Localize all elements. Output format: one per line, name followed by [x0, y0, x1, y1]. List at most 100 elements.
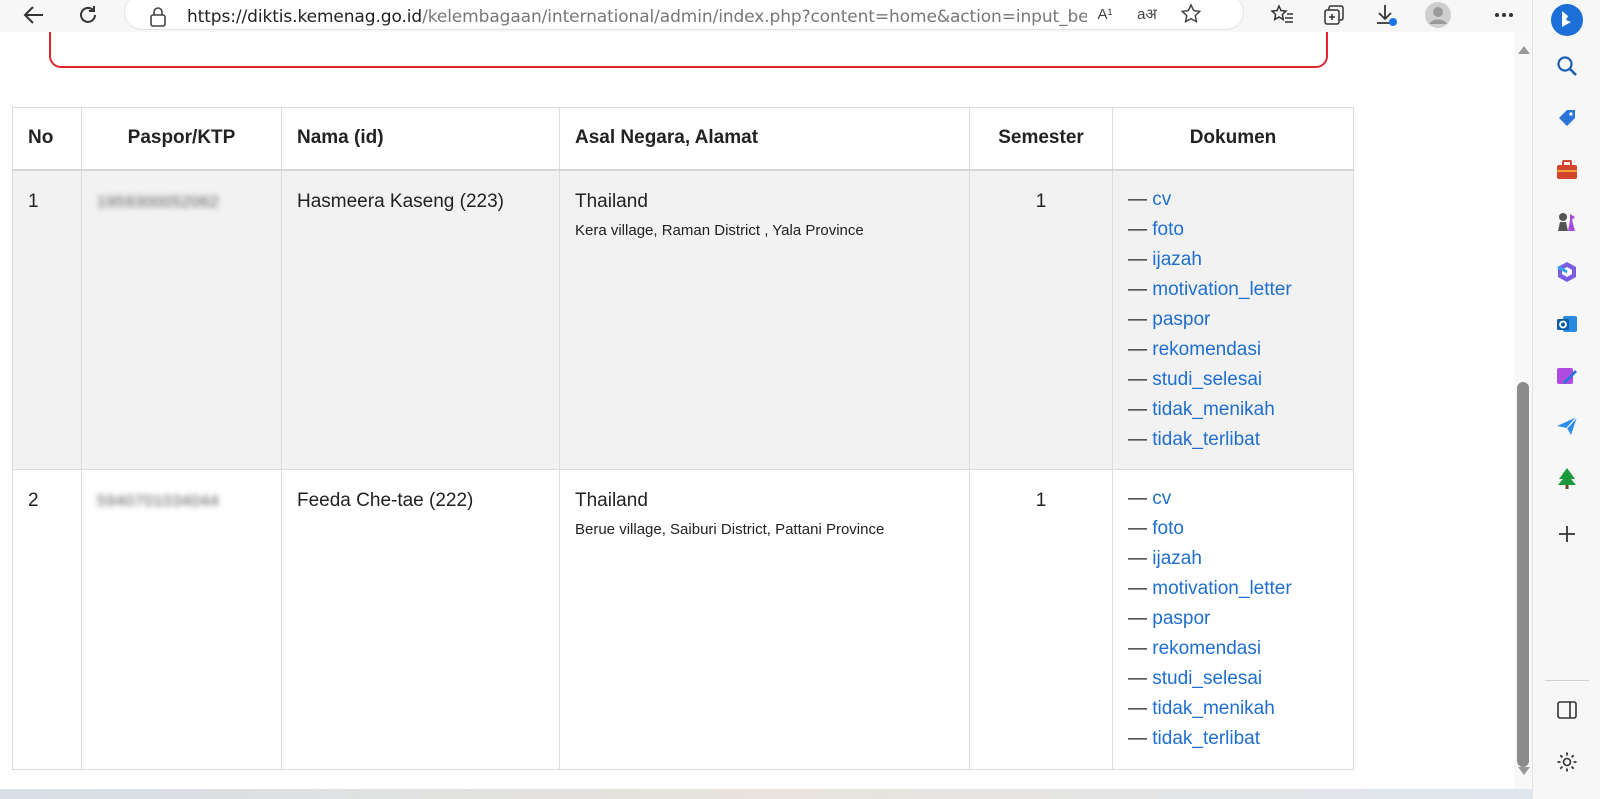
country-text: Thailand	[575, 490, 648, 511]
page-viewport: No Paspor/KTP Nama (id) Asal Negara, Ala…	[0, 32, 1514, 789]
scroll-thumb[interactable]	[1517, 382, 1529, 767]
document-item: — cv	[1128, 484, 1338, 514]
doc-dash: —	[1128, 548, 1147, 569]
more-menu-icon[interactable]	[1488, 0, 1520, 30]
document-item: — foto	[1128, 215, 1338, 245]
lock-icon[interactable]	[149, 7, 167, 32]
doc-dash: —	[1128, 428, 1147, 450]
doc-dash: —	[1128, 638, 1147, 659]
back-icon[interactable]	[18, 0, 50, 30]
paspor-number-blurred: 5940701034044	[97, 493, 220, 510]
taskbar-edge	[0, 789, 1532, 799]
document-item: — paspor	[1128, 604, 1338, 634]
doc-dash: —	[1128, 728, 1147, 749]
designer-icon[interactable]	[1553, 362, 1581, 390]
doc-dash: —	[1128, 218, 1147, 240]
document-link-foto[interactable]: foto	[1152, 518, 1184, 539]
table-row: 2 5940701034044 Feeda Che-tae (222) Thailan…	[12, 469, 1354, 770]
doc-dash: —	[1128, 578, 1147, 599]
cell-nama: Hasmeera Kaseng (223)	[281, 169, 560, 470]
document-item: — motivation_letter	[1128, 574, 1338, 604]
document-link-paspor[interactable]: paspor	[1152, 608, 1210, 629]
doc-dash: —	[1128, 608, 1147, 629]
document-link-tidak-menikah[interactable]: tidak_menikah	[1152, 399, 1275, 420]
refresh-icon[interactable]	[72, 0, 104, 30]
document-link-motivation-letter[interactable]: motivation_letter	[1152, 279, 1291, 300]
doc-dash: —	[1128, 248, 1147, 270]
document-link-rekomendasi[interactable]: rekomendasi	[1152, 339, 1261, 360]
document-link-ijazah[interactable]: ijazah	[1152, 249, 1202, 270]
profile-avatar-icon[interactable]	[1422, 0, 1454, 30]
shopping-tag-icon[interactable]	[1553, 104, 1581, 132]
document-link-cv[interactable]: cv	[1152, 488, 1171, 509]
outlook-icon[interactable]	[1553, 310, 1581, 338]
document-item: — tidak_terlibat	[1128, 724, 1338, 754]
favorite-add-icon[interactable]	[1177, 3, 1205, 25]
document-item: — tidak_menikah	[1128, 694, 1338, 724]
document-link-tidak-terlibat[interactable]: tidak_terlibat	[1152, 728, 1260, 749]
downloads-icon[interactable]	[1370, 0, 1402, 30]
cell-asal: Thailand Kera village, Raman District , Y…	[559, 169, 970, 470]
document-link-tidak-menikah[interactable]: tidak_menikah	[1152, 698, 1275, 719]
scroll-up-arrow-icon[interactable]	[1518, 46, 1530, 54]
doc-dash: —	[1128, 338, 1147, 360]
doc-dash: —	[1128, 488, 1147, 509]
document-item: — paspor	[1128, 305, 1338, 335]
sidebar-toggle-icon[interactable]	[1553, 696, 1581, 724]
cell-asal: Thailand Berue village, Saiburi District,…	[559, 469, 970, 770]
doc-dash: —	[1128, 698, 1147, 719]
document-item: — rekomendasi	[1128, 634, 1338, 664]
send-plane-icon[interactable]	[1553, 412, 1581, 440]
cell-semester: 1	[969, 169, 1113, 470]
document-link-foto[interactable]: foto	[1152, 219, 1184, 240]
read-aloud-icon[interactable]: A¹	[1091, 3, 1119, 25]
doc-dash: —	[1128, 278, 1147, 300]
bing-copilot-icon[interactable]	[1549, 2, 1585, 38]
url-text[interactable]: https://diktis.kemenag.go.id/kelembagaan…	[187, 7, 1087, 27]
add-icon[interactable]	[1553, 520, 1581, 548]
document-link-ijazah[interactable]: ijazah	[1152, 548, 1202, 569]
doc-dash: —	[1128, 518, 1147, 539]
games-chess-icon[interactable]	[1553, 208, 1581, 236]
document-link-rekomendasi[interactable]: rekomendasi	[1152, 638, 1261, 659]
page-scrollbar[interactable]	[1514, 32, 1532, 789]
tools-briefcase-icon[interactable]	[1553, 156, 1581, 184]
address-bar[interactable]: https://diktis.kemenag.go.id/kelembagaan…	[124, 0, 1244, 30]
doc-dash: —	[1128, 308, 1147, 330]
header-no: No	[12, 107, 82, 171]
collections-icon[interactable]	[1318, 0, 1350, 30]
header-dokumen: Dokumen	[1112, 107, 1354, 171]
header-paspor: Paspor/KTP	[81, 107, 282, 171]
browser-toolbar: https://diktis.kemenag.go.id/kelembagaan…	[0, 0, 1600, 32]
document-link-studi-selesai[interactable]: studi_selesai	[1152, 668, 1262, 689]
microsoft365-icon[interactable]	[1553, 258, 1581, 286]
document-link-cv[interactable]: cv	[1152, 189, 1171, 210]
document-item: — studi_selesai	[1128, 365, 1338, 395]
address-text: Berue village, Saiburi District, Pattani…	[575, 521, 885, 538]
header-asal: Asal Negara, Alamat	[559, 107, 970, 171]
document-item: — rekomendasi	[1128, 335, 1338, 365]
settings-gear-icon[interactable]	[1553, 748, 1581, 776]
document-item: — ijazah	[1128, 245, 1338, 275]
paspor-number-blurred: 1959300052062	[97, 193, 220, 211]
document-item: — motivation_letter	[1128, 275, 1338, 305]
favorites-icon[interactable]	[1266, 0, 1298, 30]
doc-dash: —	[1128, 368, 1147, 390]
document-list: — cv — foto — ijazah — motivation_letter — p…	[1128, 185, 1338, 455]
document-item: — ijazah	[1128, 544, 1338, 574]
cell-dokumen: — cv — foto — ijazah — motivation_letter — p…	[1112, 469, 1354, 770]
document-item: — tidak_terlibat	[1128, 425, 1338, 455]
translate-icon[interactable]: aअ	[1133, 3, 1161, 25]
search-icon[interactable]	[1553, 52, 1581, 80]
document-link-tidak-terlibat[interactable]: tidak_terlibat	[1152, 429, 1260, 450]
header-semester: Semester	[969, 107, 1113, 171]
table-header-row: No Paspor/KTP Nama (id) Asal Negara, Ala…	[12, 107, 1354, 171]
document-link-motivation-letter[interactable]: motivation_letter	[1152, 578, 1291, 599]
document-link-paspor[interactable]: paspor	[1152, 309, 1210, 330]
cell-paspor: 1959300052062	[81, 169, 282, 470]
document-link-studi-selesai[interactable]: studi_selesai	[1152, 369, 1262, 390]
scroll-down-arrow-icon[interactable]	[1518, 767, 1530, 775]
tree-icon[interactable]	[1553, 464, 1581, 492]
document-item: — cv	[1128, 185, 1338, 215]
alert-box	[49, 32, 1328, 68]
